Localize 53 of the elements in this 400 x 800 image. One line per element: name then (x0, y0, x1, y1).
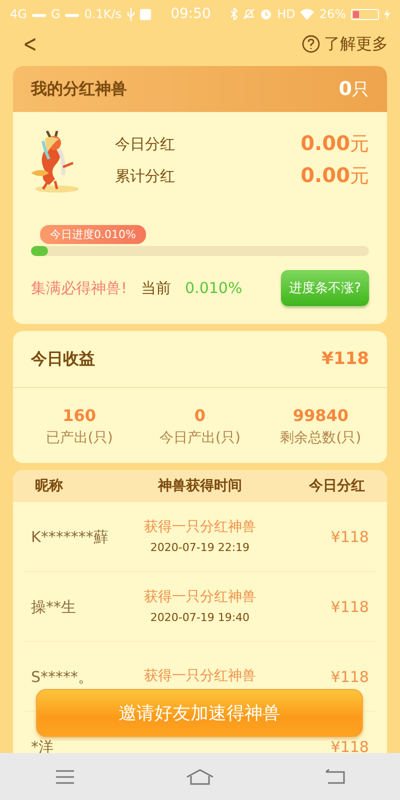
wifi-icon (300, 8, 314, 20)
nickname-cell-text: 操**生 (31, 598, 77, 616)
card-title: 我的分红神兽 (31, 78, 127, 100)
speed-label: 0.1K/s (84, 7, 122, 21)
stat-label: 今日产出(只) (160, 429, 240, 447)
bell-off-icon (243, 8, 256, 20)
clock: 09:50 (170, 6, 211, 22)
nickname-cell-text: S*****。 (31, 668, 94, 686)
event-cell: 获得一只分红神兽 (144, 519, 256, 536)
time-cell: 2020-07-19 19:40 (150, 610, 250, 624)
help-link[interactable]: 了解更多 (302, 34, 388, 54)
current-label: 当前 (141, 278, 172, 298)
back-icon[interactable] (324, 769, 345, 784)
home-icon[interactable] (186, 768, 214, 784)
stat-value: 99840 (292, 406, 348, 425)
column-header: 昵称 (35, 477, 64, 495)
stat-label: 已产出(只) (46, 429, 113, 447)
amount-cell-text: ¥118 (330, 528, 369, 546)
event-cell: 获得一只分红神兽 (144, 668, 256, 685)
stat-label: 累计分红 (115, 166, 175, 186)
time-cell: 2020-07-19 22:19 (150, 540, 250, 554)
current-value: 0.010% (185, 279, 244, 297)
battery-icon (351, 8, 380, 20)
amount-cell-text: ¥118 (330, 598, 369, 616)
stat-label: 今日分红 (115, 134, 175, 154)
help-icon (302, 35, 320, 53)
stat-value: 0 (194, 406, 206, 425)
beast-count: 0只 (338, 78, 369, 100)
progress-tooltip: 今日进度0.010% (40, 225, 146, 244)
bluetooth-icon (231, 8, 238, 20)
stat-value: 0.00元 (300, 163, 369, 189)
alarm-icon (260, 8, 272, 20)
amount-cell-text: ¥118 (330, 738, 369, 753)
column-header: 今日分红 (308, 477, 365, 495)
back-button[interactable]: < (23, 32, 38, 56)
income-amount: ¥118 (322, 349, 369, 369)
usb-icon (126, 8, 134, 20)
network-label: 4G (10, 7, 27, 21)
charging-icon (384, 8, 390, 20)
slogan-text: 集满必得神兽! (31, 278, 128, 298)
network-label: G (50, 7, 60, 21)
stat-label: 剩余总数(只) (280, 429, 362, 447)
menu-icon[interactable] (55, 770, 76, 784)
event-cell: 获得一只分红神兽 (144, 589, 256, 606)
amount-cell-text: ¥118 (330, 668, 369, 686)
nickname-cell-text: *洋 (31, 738, 54, 753)
hd-label: HD (277, 7, 296, 21)
stat-value: 160 (62, 406, 96, 425)
column-header: 神兽获得时间 (156, 477, 243, 495)
battery-label: 26% (319, 7, 346, 21)
stat-value: 0.00元 (300, 131, 369, 157)
card-title: 今日收益 (31, 348, 95, 370)
nickname-cell-text: K*******蘚 (31, 528, 110, 546)
